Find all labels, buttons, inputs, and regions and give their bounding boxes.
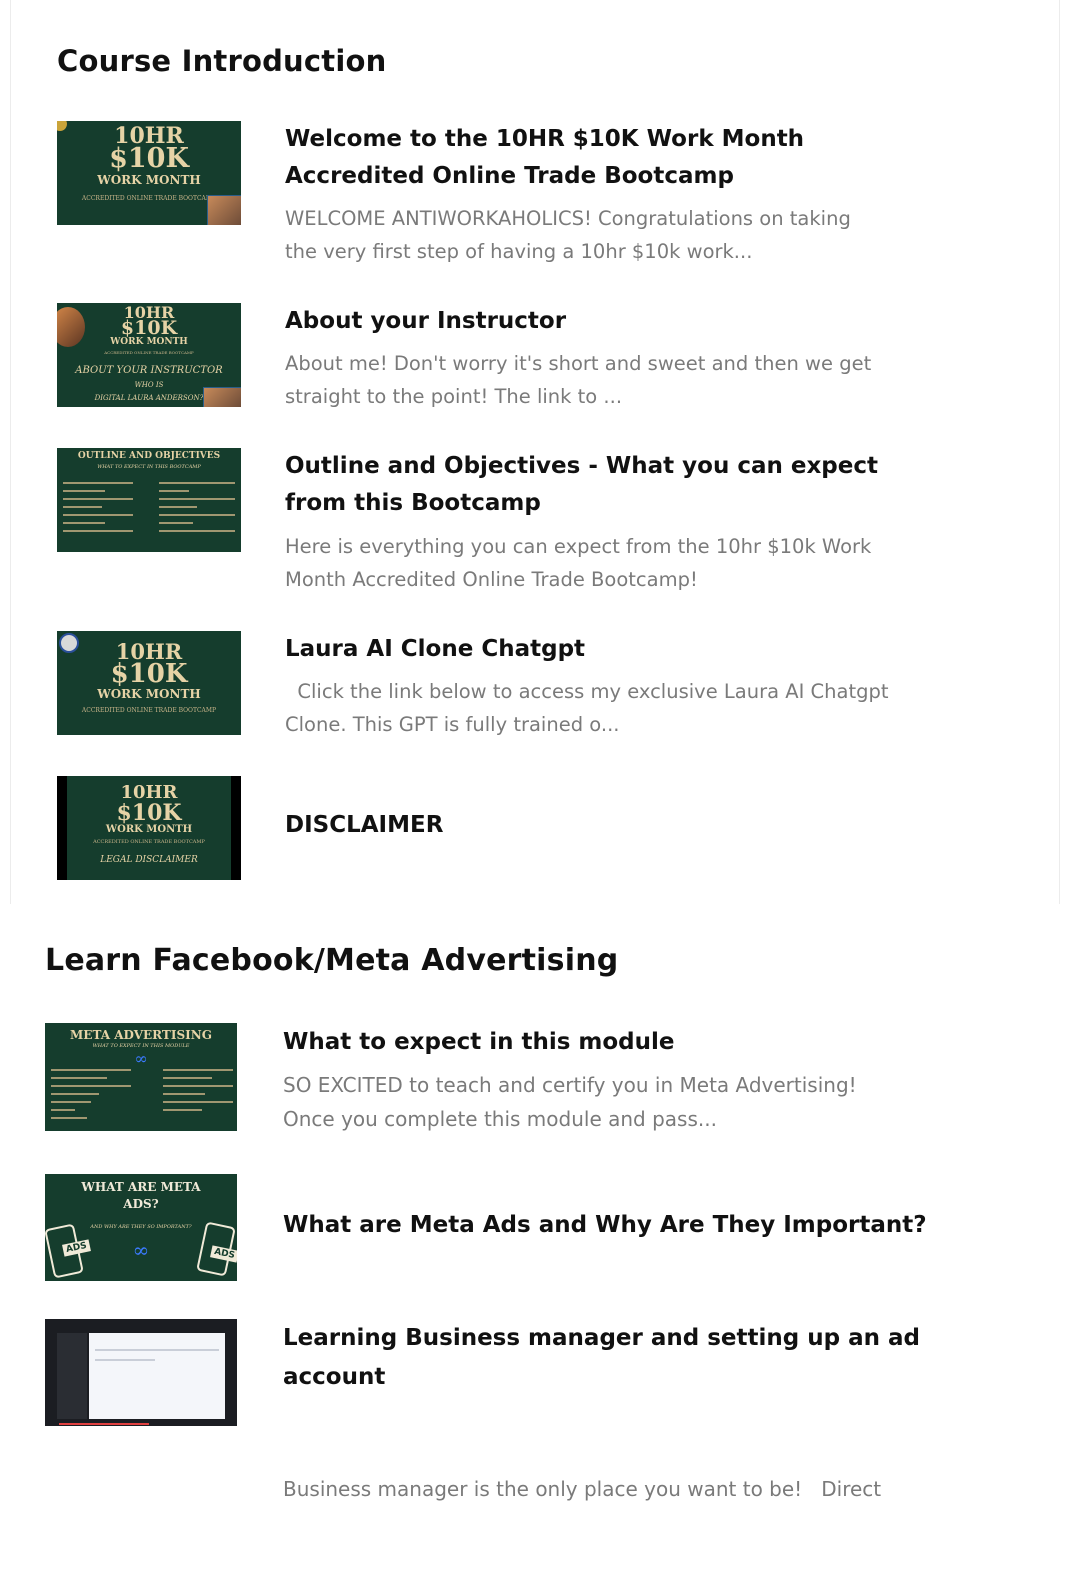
lesson-item[interactable]: Learning Business manager and setting up… bbox=[45, 1319, 945, 1501]
thumb-text: ACCREDITED ONLINE TRADE BOOTCAMP bbox=[104, 350, 194, 355]
lesson-thumbnail[interactable]: 10HR $10K WORK MONTH ACCREDITED ONLINE T… bbox=[57, 776, 241, 880]
bullet-list bbox=[63, 482, 133, 538]
lesson-item[interactable]: 10HR $10K WORK MONTH ACCREDITED ONLINE T… bbox=[57, 303, 877, 413]
lesson-title[interactable]: Outline and Objectives - What you can ex… bbox=[285, 448, 878, 522]
thumb-text: $10K bbox=[110, 659, 188, 689]
thumb-text: ABOUT YOUR INSTRUCTOR bbox=[75, 365, 223, 376]
lesson-thumbnail[interactable]: OUTLINE AND OBJECTIVES WHAT TO EXPECT IN… bbox=[57, 448, 241, 552]
thumb-text: WORK MONTH bbox=[110, 337, 188, 347]
instructor-photo bbox=[207, 195, 241, 225]
lesson-title[interactable]: About your Instructor bbox=[285, 303, 566, 340]
lesson-description: Click the link below to access my exclus… bbox=[285, 680, 889, 736]
lesson-title[interactable]: What are Meta Ads and Why Are They Impor… bbox=[283, 1206, 927, 1245]
instructor-photo bbox=[203, 387, 241, 407]
thumb-text: $10K bbox=[116, 800, 182, 826]
lesson-title[interactable]: Welcome to the 10HR $10K Work Month Accr… bbox=[285, 121, 804, 195]
bullet-list bbox=[159, 482, 235, 538]
lesson-item[interactable]: WHAT ARE META ADS? AND WHY ARE THEY SO I… bbox=[45, 1174, 945, 1282]
lesson-item[interactable]: 10HR $10K WORK MONTH ACCREDITED ONLINE T… bbox=[57, 776, 877, 880]
section-title: Course Introduction bbox=[57, 44, 387, 78]
screenshot-sidebar bbox=[57, 1333, 87, 1419]
bullet-list bbox=[51, 1069, 131, 1125]
thumb-text: $10K bbox=[109, 143, 189, 174]
thumb-text: LEGAL DISCLAIMER bbox=[100, 855, 198, 865]
thumb-text: OUTLINE AND OBJECTIVES bbox=[77, 451, 221, 461]
lesson-description: SO EXCITED to teach and certify you in M… bbox=[283, 1073, 857, 1131]
thumb-text: $10K bbox=[120, 317, 178, 339]
lesson-title[interactable]: Laura AI Clone Chatgpt bbox=[285, 631, 585, 668]
lesson-item[interactable]: OUTLINE AND OBJECTIVES WHAT TO EXPECT IN… bbox=[57, 448, 878, 598]
lesson-thumbnail[interactable]: 10HR $10K WORK MONTH ACCREDITED ONLINE T… bbox=[57, 121, 241, 225]
lesson-description: WELCOME ANTIWORKAHOLICS! Congratulations… bbox=[285, 207, 851, 263]
lesson-title[interactable]: DISCLAIMER bbox=[285, 807, 443, 844]
lesson-title[interactable]: Learning Business manager and setting up… bbox=[283, 1319, 920, 1397]
bullet-list bbox=[163, 1069, 233, 1117]
lesson-thumbnail[interactable]: META ADVERTISING WHAT TO EXPECT IN THIS … bbox=[45, 1023, 237, 1131]
lesson-thumbnail[interactable]: 10HR $10K WORK MONTH ACCREDITED ONLINE T… bbox=[57, 303, 241, 407]
thumb-text: WORK MONTH bbox=[105, 824, 193, 835]
lesson-title[interactable]: What to expect in this module bbox=[283, 1023, 675, 1062]
thumb-text: WHAT TO EXPECT IN THIS BOOTCAMP bbox=[97, 464, 201, 470]
lesson-item[interactable]: 10HR $10K WORK MONTH ACCREDITED ONLINE T… bbox=[57, 631, 889, 741]
lesson-thumbnail[interactable]: 10HR $10K WORK MONTH ACCREDITED ONLINE T… bbox=[57, 631, 241, 735]
section-title: Learn Facebook/Meta Advertising bbox=[45, 943, 619, 978]
screenshot-window bbox=[89, 1333, 225, 1419]
lesson-thumbnail[interactable]: WHAT ARE META ADS? AND WHY ARE THEY SO I… bbox=[45, 1174, 237, 1281]
lesson-description: Here is everything you can expect from t… bbox=[285, 535, 872, 591]
thumb-text: WHAT ARE META bbox=[81, 1180, 201, 1194]
lesson-description: Business manager is the only place you w… bbox=[283, 1477, 882, 1501]
lesson-item[interactable]: META ADVERTISING WHAT TO EXPECT IN THIS … bbox=[45, 1023, 905, 1143]
meta-logo-icon: ∞ bbox=[134, 1049, 148, 1068]
thumb-text: META ADVERTISING bbox=[70, 1028, 212, 1042]
lesson-description: About me! Don't worry it's short and swe… bbox=[285, 352, 872, 408]
lesson-thumbnail[interactable] bbox=[45, 1319, 237, 1426]
thumb-text: ACCREDITED ONLINE TRADE BOOTCAMP bbox=[93, 839, 205, 845]
lesson-item[interactable]: 10HR $10K WORK MONTH ACCREDITED ONLINE T… bbox=[57, 121, 877, 271]
thumb-text: ADS? bbox=[123, 1197, 159, 1211]
thumb-text: ACCREDITED ONLINE TRADE BOOTCAMP bbox=[81, 707, 217, 714]
thumb-text: WORK MONTH bbox=[97, 687, 201, 701]
thumb-text: WORK MONTH bbox=[97, 173, 201, 187]
